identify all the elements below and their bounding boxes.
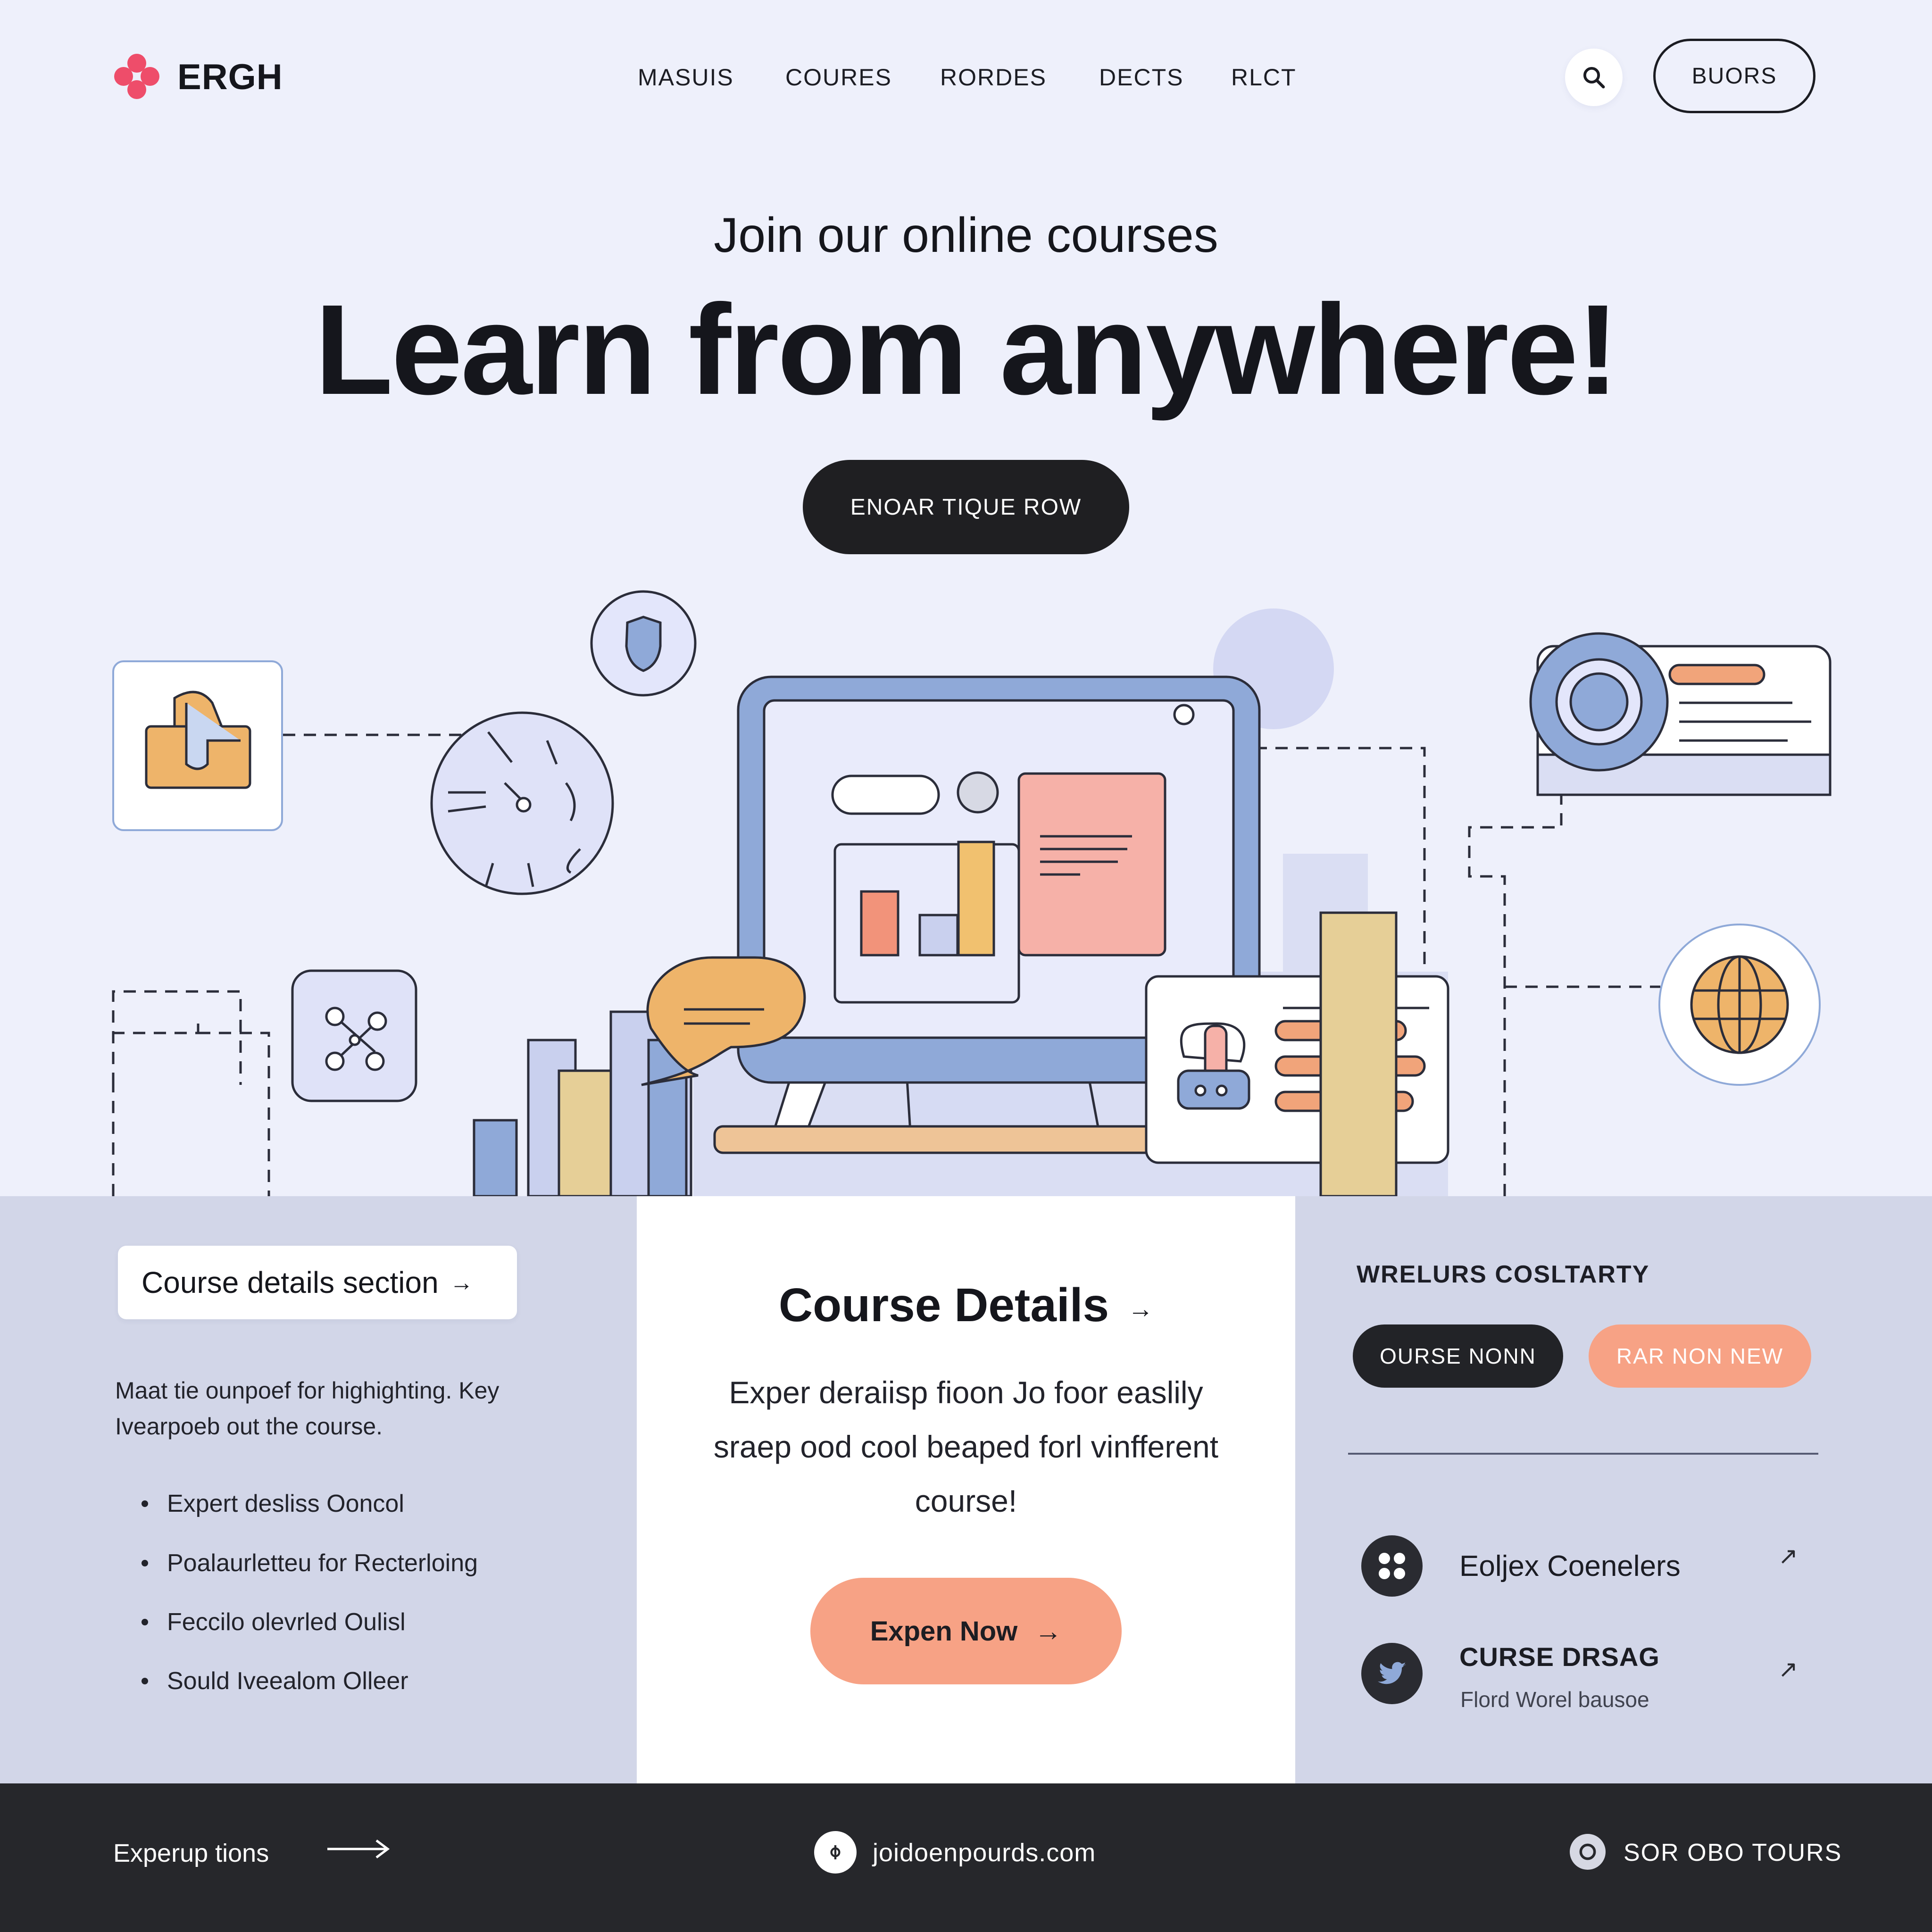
- right-panel-heading: WRELURS COSLTARTY: [1357, 1261, 1650, 1288]
- list-item-subtitle: Flord Worel bausoe: [1460, 1687, 1649, 1712]
- arrow-right-icon: →: [450, 1269, 474, 1296]
- arrow-right-icon: →: [1034, 1616, 1062, 1647]
- course-details-title[interactable]: Course Details →: [637, 1278, 1295, 1332]
- twitter-bird-icon: [1361, 1643, 1423, 1704]
- nav-link-courses[interactable]: COURES: [785, 64, 892, 91]
- nav-link-5[interactable]: RLCT: [1231, 64, 1297, 91]
- brand-name[interactable]: ERGH: [177, 57, 283, 98]
- nav-link-1[interactable]: MASUIS: [638, 64, 734, 91]
- course-details-section-link[interactable]: Course details section →: [118, 1246, 517, 1319]
- footer-email-link[interactable]: joidoenpourds.com: [873, 1838, 1096, 1867]
- arrow-up-right-icon[interactable]: ↗: [1778, 1542, 1798, 1570]
- list-item-title[interactable]: Eoljex Coenelers: [1459, 1549, 1681, 1583]
- signin-button[interactable]: BUORS: [1653, 39, 1815, 113]
- course-details-body: Exper deraiisp fioon Jo foor easlily sra…: [713, 1375, 1219, 1518]
- list-item-title[interactable]: CURSE DRSAG: [1459, 1641, 1660, 1672]
- bullet-item: Feccilo olevrled Oulisl: [142, 1608, 406, 1636]
- nav-link-4[interactable]: DECTS: [1099, 64, 1183, 91]
- bullet-item: Expert desliss Ooncol: [142, 1490, 404, 1518]
- footer-tours-link[interactable]: SOR OBO TOURS: [1624, 1839, 1842, 1867]
- bullet-item: Sould Iveealom Olleer: [142, 1667, 408, 1695]
- long-arrow-right-icon[interactable]: [325, 1835, 391, 1863]
- course-filter-pill-accent[interactable]: RAR NON NEW: [1589, 1324, 1811, 1388]
- course-filter-pill-dark[interactable]: OURSE NONN: [1353, 1324, 1563, 1388]
- course-details-chip-label: Course details section: [142, 1266, 439, 1299]
- arrow-right-icon: →: [1128, 1294, 1154, 1323]
- mail-icon: [814, 1831, 857, 1874]
- bullet-item: Poalaurletteu for Recterloing: [142, 1549, 478, 1577]
- brand-logo[interactable]: [113, 53, 160, 100]
- divider: [1348, 1453, 1818, 1455]
- target-icon: [1570, 1834, 1606, 1870]
- footer-link[interactable]: Experup tions: [113, 1839, 269, 1868]
- nav-link-3[interactable]: RORDES: [940, 64, 1047, 91]
- arrow-up-right-icon[interactable]: ↗: [1778, 1656, 1798, 1683]
- hero-headline: Learn from anywhere!: [315, 278, 1619, 421]
- search-button[interactable]: [1565, 49, 1623, 106]
- hero-eyebrow: Join our online courses: [714, 208, 1218, 263]
- explore-now-button[interactable]: Expen Now →: [810, 1578, 1122, 1684]
- hero-cta-button[interactable]: ENOAR TIQUE ROW: [803, 460, 1129, 554]
- grid-dots-icon: [1361, 1535, 1423, 1597]
- left-panel-description: Maat tie ounpoef for highighting. Key Iv…: [115, 1377, 500, 1440]
- hero-illustration: [112, 590, 1832, 1196]
- search-icon: [1583, 67, 1605, 89]
